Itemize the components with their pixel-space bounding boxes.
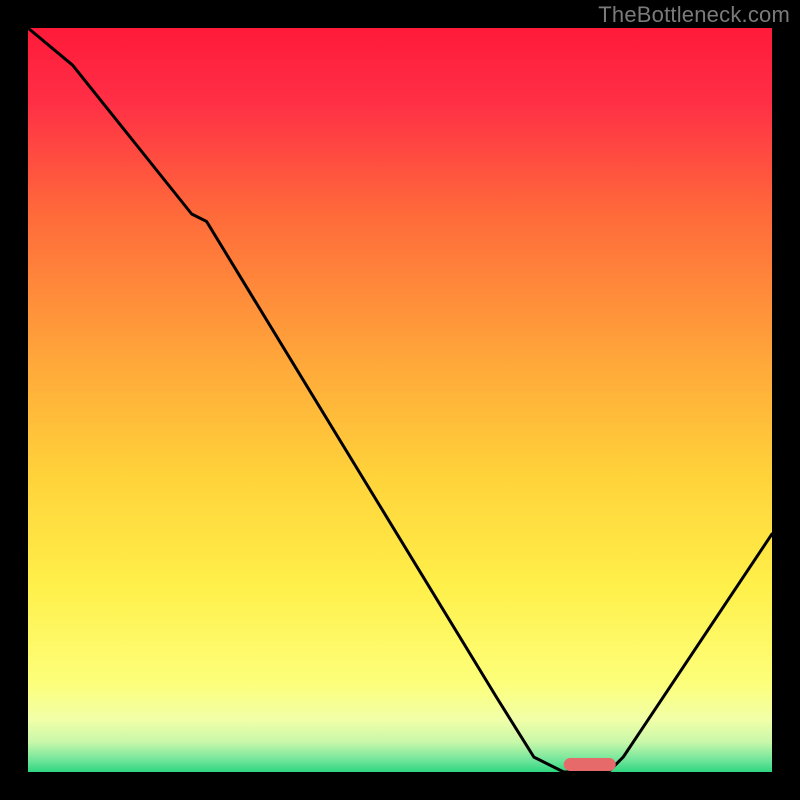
watermark-label: TheBottleneck.com bbox=[598, 2, 790, 28]
optimal-marker bbox=[564, 758, 616, 771]
chart-canvas bbox=[0, 0, 800, 800]
bottleneck-chart: TheBottleneck.com bbox=[0, 0, 800, 800]
